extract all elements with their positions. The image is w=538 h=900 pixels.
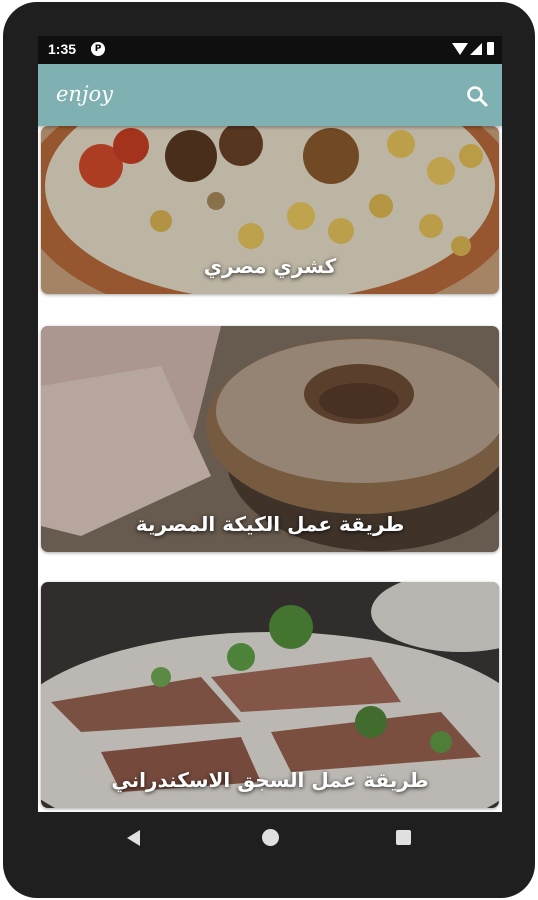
search-button[interactable]: [460, 79, 494, 113]
app-bar: enjoy: [38, 64, 502, 126]
status-time: 1:35: [48, 41, 77, 57]
status-bar: 1:35 P: [38, 36, 502, 64]
recipe-card[interactable]: طريقة عمل الكيكة المصرية: [41, 326, 499, 552]
recipe-title: طريقة عمل الكيكة المصرية: [135, 512, 405, 536]
back-icon[interactable]: [127, 830, 140, 846]
app-title: enjoy: [56, 82, 113, 106]
recipe-card[interactable]: طريقة عمل السجق الاسكندراني: [41, 582, 499, 808]
battery-icon: [487, 42, 494, 55]
wifi-icon: [452, 43, 468, 55]
home-icon[interactable]: [262, 829, 279, 846]
navigation-bar: [38, 812, 502, 864]
recipe-title: كشري مصري: [203, 254, 337, 278]
recipe-card[interactable]: كشري مصري: [41, 126, 499, 294]
recipe-title: طريقة عمل السجق الاسكندراني: [111, 768, 429, 792]
recipe-list[interactable]: كشري مصري طريقة عمل الكيكة المصرية طريقة…: [38, 126, 502, 812]
notification-app-icon: P: [91, 42, 105, 56]
search-icon: [467, 86, 488, 107]
phone-screen: 1:35 P enjoy كشري مصري طريقة عمل الكيكة …: [38, 36, 502, 812]
signal-icon: [470, 43, 482, 55]
recents-icon[interactable]: [396, 830, 411, 845]
